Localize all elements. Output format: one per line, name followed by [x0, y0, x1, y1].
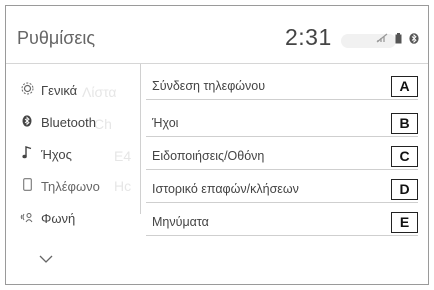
menu-item-messages[interactable]: Μηνύματα E: [146, 209, 418, 236]
menu-item-phone-connection[interactable]: Σύνδεση τηλεφώνου A: [146, 73, 418, 100]
sidebar-item-label: Ήχος: [41, 146, 72, 162]
clock: 2:31: [285, 24, 332, 50]
music-note-icon: [16, 146, 38, 162]
callout-badge: D: [391, 179, 418, 200]
callout-badge: C: [391, 146, 418, 167]
bluetooth-icon: [409, 33, 419, 47]
callout-badge: A: [391, 76, 418, 97]
phone-battery-icon: [395, 33, 402, 47]
sidebar-item-sound[interactable]: Ήχος: [6, 139, 141, 169]
page-title: Ρυθμίσεις: [17, 28, 96, 48]
callout-badge: E: [391, 212, 418, 233]
chevron-down-icon[interactable]: [39, 251, 53, 266]
settings-screen: Ρυθμίσεις 2:31 Λίστα Ch E4 Hc Γενικά Blu…: [5, 5, 429, 285]
sidebar-item-general[interactable]: Γενικά: [6, 75, 141, 105]
phone-icon: [16, 178, 38, 194]
header-bar: Ρυθμίσεις 2:31: [6, 6, 428, 64]
menu-item-contact-call-history[interactable]: Ιστορικό επαφών/κλήσεων D: [146, 176, 418, 203]
menu-item-sounds[interactable]: Ήχοι B: [146, 110, 418, 137]
sidebar-divider: [140, 64, 141, 214]
callout-badge: B: [391, 113, 418, 134]
sidebar-item-bluetooth[interactable]: Bluetooth: [6, 107, 141, 137]
menu-item-label: Ειδοποιήσεις/Οθόνη: [152, 149, 265, 163]
sidebar-item-label: Φωνή: [41, 210, 76, 226]
sidebar-item-phone[interactable]: Τηλέφωνο: [6, 171, 141, 201]
no-signal-icon: [376, 33, 388, 46]
menu-item-label: Σύνδεση τηλεφώνου: [152, 79, 266, 93]
menu-item-label: Ιστορικό επαφών/κλήσεων: [152, 182, 299, 196]
voice-icon: [16, 211, 38, 226]
gear-icon: [16, 82, 38, 98]
sidebar-item-label: Τηλέφωνο: [41, 178, 100, 194]
bluetooth-icon: [16, 114, 38, 130]
sidebar-item-label: Bluetooth: [41, 114, 96, 130]
menu-item-label: Μηνύματα: [152, 215, 209, 229]
sidebar-item-label: Γενικά: [41, 82, 78, 98]
sidebar: Λίστα Ch E4 Hc Γενικά Bluetooth Ήχος Τηλ…: [6, 64, 141, 286]
sidebar-item-voice[interactable]: Φωνή: [6, 203, 141, 233]
menu-item-notifications-display[interactable]: Ειδοποιήσεις/Οθόνη C: [146, 143, 418, 170]
menu-item-label: Ήχοι: [152, 116, 179, 130]
